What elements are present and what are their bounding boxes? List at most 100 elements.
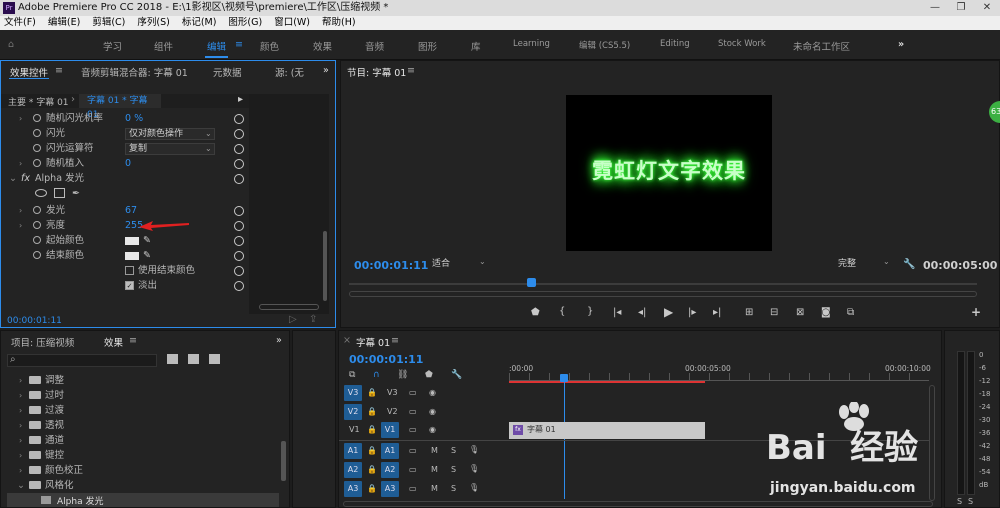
filter-icon[interactable]: ▷ [289, 314, 297, 325]
add-marker-icon[interactable]: ⬟ [531, 307, 540, 318]
collapse-chevron-icon[interactable]: ⌄ [17, 478, 25, 493]
eyedropper-icon[interactable]: ✎ [143, 248, 151, 263]
reset-icon[interactable] [234, 281, 244, 291]
lift-icon[interactable]: ⊞ [745, 307, 753, 318]
accelerated-effects-icon[interactable] [167, 354, 178, 364]
go-to-out-icon[interactable]: ▸| [713, 307, 721, 318]
vertical-scrollbar[interactable] [323, 231, 327, 301]
expand-chevron-icon[interactable]: › [19, 463, 22, 478]
stopwatch-icon[interactable] [33, 206, 41, 214]
timeline-timecode[interactable]: 00:00:01:11 [349, 353, 423, 366]
time-ruler[interactable] [509, 373, 929, 381]
track-target-a3[interactable]: A3 [381, 481, 399, 497]
workspace-audio[interactable]: 音频 [365, 39, 384, 53]
lock-icon[interactable]: 🔒 [367, 407, 377, 416]
solo-button[interactable]: S [451, 465, 456, 474]
stopwatch-icon[interactable] [33, 251, 41, 259]
wrench-icon[interactable]: 🔧 [903, 259, 915, 270]
compare-view-icon[interactable]: ⧉ [847, 307, 854, 318]
timeline-settings-wrench-icon[interactable]: 🔧 [451, 370, 462, 380]
folder-obsolete[interactable]: › 过时 [1, 388, 331, 403]
expand-chevron-icon[interactable]: › [19, 373, 22, 388]
menu-file[interactable]: 文件(F) [4, 16, 36, 30]
prop-value[interactable]: 0 [125, 156, 131, 171]
expand-chevron-icon[interactable]: › [19, 418, 22, 433]
zoom-scrollbar[interactable] [349, 291, 977, 297]
workspace-editing-en[interactable]: Editing [660, 39, 690, 49]
solo-button[interactable]: S [451, 484, 456, 493]
collapse-chevron-icon[interactable]: ⌄ [9, 171, 17, 186]
maximize-button[interactable]: ❐ [948, 0, 974, 16]
close-button[interactable]: ✕ [974, 0, 1000, 16]
notification-badge[interactable]: 63 [989, 101, 1000, 123]
stopwatch-icon[interactable] [33, 221, 41, 229]
reset-icon[interactable] [234, 236, 244, 246]
expand-chevron-icon[interactable]: › [19, 203, 22, 218]
export-icon[interactable]: ⇪ [309, 314, 317, 325]
source-patch-v2[interactable]: V2 [344, 404, 362, 420]
use-end-color-checkbox[interactable] [125, 266, 134, 275]
tab-metadata[interactable]: 元数据 [213, 65, 242, 79]
yuv-effects-icon[interactable] [209, 354, 220, 364]
fade-out-checkbox[interactable]: ✓ [125, 281, 134, 290]
mark-in-icon[interactable]: { [559, 306, 565, 317]
workspace-learn[interactable]: 学习 [103, 39, 122, 53]
reset-icon[interactable] [234, 144, 244, 154]
extract-icon[interactable]: ⊟ [770, 307, 778, 318]
close-tab-icon[interactable]: × [343, 335, 351, 346]
solo-right-button[interactable]: S [968, 497, 973, 506]
effects-search-input[interactable]: ⌕ [7, 354, 157, 367]
workspace-menu-icon[interactable]: ≡ [235, 39, 243, 50]
expand-chevron-icon[interactable]: › [19, 433, 22, 448]
home-icon[interactable]: ⌂ [8, 39, 14, 50]
mute-button[interactable]: M [431, 484, 438, 493]
expand-chevron-icon[interactable]: › [19, 111, 22, 126]
expand-chevron-icon[interactable]: › [19, 388, 22, 403]
selected-effect-row[interactable]: Alpha 发光 [7, 493, 279, 507]
mute-button[interactable]: M [431, 465, 438, 474]
microphone-icon[interactable]: 🎙 [469, 483, 479, 492]
timeline-clip[interactable]: fx 字幕 01 [509, 422, 705, 439]
microphone-icon[interactable]: 🎙 [469, 464, 479, 473]
effect-controls-timecode[interactable]: 00:00:01:11 [7, 316, 62, 326]
step-back-icon[interactable]: ◂| [638, 307, 646, 318]
workspace-color[interactable]: 颜色 [260, 39, 279, 53]
workspace-learning[interactable]: Learning [513, 39, 550, 49]
menu-clip[interactable]: 剪辑(C) [92, 16, 125, 30]
play-icon[interactable]: ▶ [664, 305, 673, 319]
reset-icon[interactable] [234, 159, 244, 169]
nest-sequence-icon[interactable]: ⧉ [349, 370, 355, 380]
panel-menu-icon[interactable]: ≡ [55, 65, 63, 76]
stopwatch-icon[interactable] [33, 129, 41, 137]
sync-lock-icon[interactable]: ▭ [409, 407, 417, 416]
tab-effect-controls[interactable]: 效果控件 [10, 65, 48, 79]
expand-chevron-icon[interactable]: › [19, 156, 22, 171]
reset-icon[interactable] [234, 251, 244, 261]
32bit-effects-icon[interactable] [188, 354, 199, 364]
sync-lock-icon[interactable]: ▭ [409, 446, 417, 455]
reset-icon[interactable] [234, 206, 244, 216]
source-patch-v1[interactable]: V1 [349, 425, 360, 434]
sync-lock-icon[interactable]: ▭ [409, 465, 417, 474]
source-patch-a3[interactable]: A3 [344, 481, 362, 497]
source-patch-v3[interactable]: V3 [344, 385, 362, 401]
flash-dropdown[interactable]: 仅对颜色操作 [125, 128, 215, 140]
menu-marker[interactable]: 标记(M) [182, 16, 217, 30]
menu-window[interactable]: 窗口(W) [274, 16, 310, 30]
add-marker-icon[interactable]: ⬟ [425, 370, 433, 380]
export-frame-icon[interactable]: ⊠ [796, 307, 804, 318]
sync-lock-icon[interactable]: ▭ [409, 425, 417, 434]
prop-value[interactable]: 67 [125, 203, 137, 218]
workspace-stock-work[interactable]: Stock Work [718, 39, 766, 49]
program-monitor-title[interactable]: 节目: 字幕 01 [347, 65, 406, 79]
lock-icon[interactable]: 🔒 [367, 446, 377, 455]
start-color-swatch[interactable] [125, 237, 139, 245]
expand-chevron-icon[interactable]: › [19, 218, 22, 233]
snap-magnet-icon[interactable]: ∩ [373, 370, 380, 380]
prop-value[interactable]: 0 % [125, 111, 143, 126]
lock-icon[interactable]: 🔒 [367, 465, 377, 474]
expand-chevron-icon[interactable]: › [19, 403, 22, 418]
scrub-bar[interactable] [349, 283, 977, 285]
panel-overflow-icon[interactable]: » [276, 335, 282, 346]
workspace-libraries[interactable]: 库 [471, 39, 481, 53]
